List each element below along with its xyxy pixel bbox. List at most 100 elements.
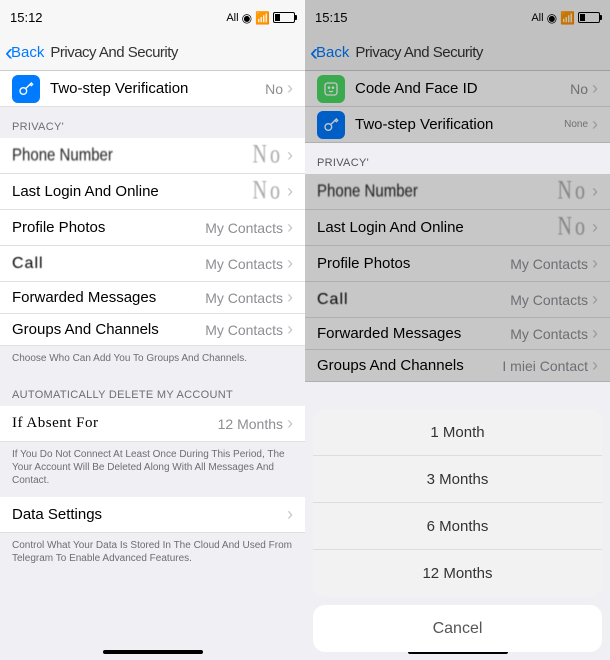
call-label: Call [12, 255, 205, 273]
row-twostep[interactable]: Two-step Verification None › [305, 107, 610, 143]
chevron-right-icon: › [592, 217, 598, 238]
chevron-right-icon: › [287, 504, 293, 525]
data-footer: Control What Your Data Is Stored In The … [0, 533, 305, 575]
twostep-label: Two-step Verification [50, 80, 265, 97]
row-forwarded[interactable]: Forwarded Messages My Contacts › [0, 282, 305, 314]
section-autodelete: AUTOMATICALLY DELETE MY ACCOUNT [0, 375, 305, 406]
absent-footer: If You Do Not Connect At Least Once Duri… [0, 442, 305, 497]
network-label: All [226, 12, 238, 24]
chevron-right-icon: › [287, 287, 293, 308]
twostep-value: None [564, 119, 588, 130]
back-label[interactable]: Back [316, 44, 349, 61]
row-call[interactable]: Call My Contacts › [305, 282, 610, 318]
section-privacy: PRIVACY' [0, 107, 305, 138]
row-twostep[interactable]: Two-step Verification No › [0, 71, 305, 107]
chevron-right-icon: › [592, 289, 598, 310]
nav-bar: ‹ Back Privacy And Security [305, 35, 610, 71]
call-label: Call [317, 291, 510, 309]
faceid-icon [317, 75, 345, 103]
groups-value: My Contacts [205, 322, 283, 338]
row-absent[interactable]: If Absent For 12 Months › [0, 406, 305, 442]
row-lastlogin[interactable]: Last Login And Online No › [305, 210, 610, 246]
photos-label: Profile Photos [12, 219, 205, 236]
signal-icon: 📶 [560, 11, 575, 25]
chevron-right-icon: › [287, 78, 293, 99]
home-indicator[interactable] [103, 650, 203, 654]
groups-label: Groups And Channels [12, 321, 205, 338]
codeface-label: Code And Face ID [355, 80, 570, 97]
status-time: 15:12 [10, 10, 43, 25]
groups-value: I miei Contact [502, 358, 588, 374]
sheet-option-12months[interactable]: 12 Months [313, 550, 602, 597]
chevron-right-icon: › [592, 78, 598, 99]
twostep-value: No [265, 81, 283, 97]
fwd-label: Forwarded Messages [12, 289, 205, 306]
status-indicators: All ◉ 📶 [226, 11, 295, 25]
row-lastlogin[interactable]: Last Login And Online No › [0, 174, 305, 210]
lastlogin-label: Last Login And Online [12, 183, 253, 200]
row-groups[interactable]: Groups And Channels I miei Contact › [305, 350, 610, 382]
key-icon [12, 75, 40, 103]
fwd-value: My Contacts [510, 326, 588, 342]
lastlogin-label: Last Login And Online [317, 219, 558, 236]
chevron-right-icon: › [592, 114, 598, 135]
photos-label: Profile Photos [317, 255, 510, 272]
lastlogin-value: No [253, 177, 283, 207]
sheet-cancel-button[interactable]: Cancel [313, 605, 602, 652]
row-phone[interactable]: Phone Number No › [305, 174, 610, 210]
network-label: All [531, 12, 543, 24]
groups-label: Groups And Channels [317, 357, 502, 374]
back-label[interactable]: Back [11, 44, 44, 61]
chevron-right-icon: › [592, 323, 598, 344]
wifi-icon: ◉ [242, 11, 252, 25]
chevron-right-icon: › [287, 217, 293, 238]
row-call[interactable]: Call My Contacts › [0, 246, 305, 282]
signal-icon: 📶 [255, 11, 270, 25]
chevron-right-icon: › [287, 319, 293, 340]
fwd-value: My Contacts [205, 290, 283, 306]
chevron-right-icon: › [592, 355, 598, 376]
phone-value: No [558, 177, 588, 207]
status-bar: 15:12 All ◉ 📶 [0, 0, 305, 35]
row-photos[interactable]: Profile Photos My Contacts › [305, 246, 610, 282]
chevron-right-icon: › [287, 145, 293, 166]
call-value: My Contacts [205, 256, 283, 272]
key-icon [317, 111, 345, 139]
codeface-value: No [570, 81, 588, 97]
phone-label: Phone Number [12, 146, 253, 166]
chevron-right-icon: › [287, 413, 293, 434]
absent-label: If Absent For [12, 415, 218, 432]
sheet-option-1month[interactable]: 1 Month [313, 409, 602, 456]
row-codeface[interactable]: Code And Face ID No › [305, 71, 610, 107]
phone-label: Phone Number [317, 182, 558, 202]
sheet-option-3months[interactable]: 3 Months [313, 456, 602, 503]
row-forwarded[interactable]: Forwarded Messages My Contacts › [305, 318, 610, 350]
absent-value: 12 Months [218, 416, 283, 432]
lastlogin-value: No [558, 213, 588, 243]
sheet-options: 1 Month 3 Months 6 Months 12 Months [313, 409, 602, 597]
sheet-option-6months[interactable]: 6 Months [313, 503, 602, 550]
nav-title: Privacy And Security [355, 44, 483, 61]
twostep-label: Two-step Verification [355, 116, 564, 133]
row-phone[interactable]: Phone Number No › [0, 138, 305, 174]
data-label: Data Settings [12, 506, 287, 523]
screen-right: 15:15 All ◉ 📶 ‹ Back Privacy And Securit… [305, 0, 610, 660]
chevron-right-icon: › [592, 181, 598, 202]
settings-list[interactable]: Two-step Verification No › PRIVACY' Phon… [0, 71, 305, 660]
status-indicators: All ◉ 📶 [531, 11, 600, 25]
fwd-label: Forwarded Messages [317, 325, 510, 342]
screen-left: 15:12 All ◉ 📶 ‹ Back Privacy And Securit… [0, 0, 305, 660]
chevron-right-icon: › [287, 253, 293, 274]
photos-value: My Contacts [510, 256, 588, 272]
status-time: 15:15 [315, 10, 348, 25]
chevron-right-icon: › [287, 181, 293, 202]
row-data-settings[interactable]: Data Settings › [0, 497, 305, 533]
groups-footer: Choose Who Can Add You To Groups And Cha… [0, 346, 305, 375]
row-groups[interactable]: Groups And Channels My Contacts › [0, 314, 305, 346]
row-photos[interactable]: Profile Photos My Contacts › [0, 210, 305, 246]
nav-title: Privacy And Security [50, 44, 178, 61]
section-privacy: PRIVACY' [305, 143, 610, 174]
battery-icon [273, 12, 295, 23]
status-bar: 15:15 All ◉ 📶 [305, 0, 610, 35]
call-value: My Contacts [510, 292, 588, 308]
